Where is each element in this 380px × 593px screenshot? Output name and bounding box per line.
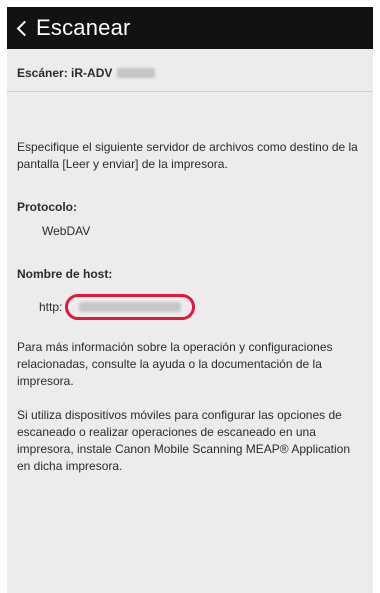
intro-text: Especifique el siguiente servidor de arc… xyxy=(17,140,358,171)
app-header: Escanear xyxy=(7,7,373,49)
chevron-left-icon[interactable] xyxy=(16,20,33,37)
scanner-info: Escáner: iR-ADV xyxy=(17,65,363,81)
protocol-label: Protocolo: xyxy=(17,200,77,214)
content-area: Escáner: iR-ADV Especifique el siguiente… xyxy=(7,65,373,475)
app-screen: Escanear Escáner: iR-ADV Especifique el … xyxy=(7,7,373,593)
redacted-scanner-name xyxy=(117,68,156,78)
divider xyxy=(7,91,373,92)
mobile-text: Si utiliza dispositivos móviles para con… xyxy=(17,408,351,473)
host-value-row: http: xyxy=(17,291,363,323)
page-title: Escanear xyxy=(36,15,131,40)
info-text: Para más información sobre la operación … xyxy=(17,340,333,388)
host-prefix: http: xyxy=(39,299,63,314)
host-highlight xyxy=(65,294,196,320)
scanner-label: Escáner: iR-ADV xyxy=(17,65,113,80)
redacted-host-address xyxy=(79,302,182,312)
host-label: Nombre de host: xyxy=(17,267,113,281)
back-button[interactable]: Escanear xyxy=(15,15,131,41)
protocol-value: WebDAV xyxy=(42,224,91,238)
